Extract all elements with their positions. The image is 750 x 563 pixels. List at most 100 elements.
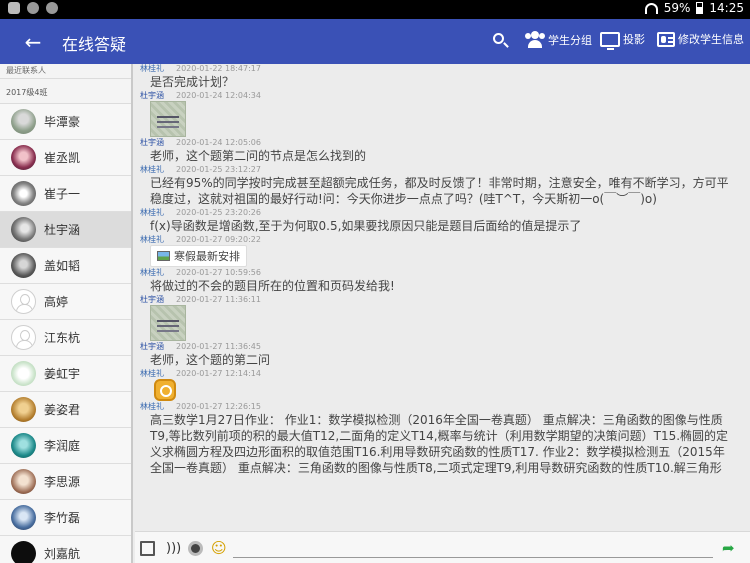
message-time: 2020-01-27 12:14:14: [176, 369, 261, 378]
avatar: [11, 433, 36, 458]
default-avatar-icon: [11, 289, 36, 314]
contact-item-selected[interactable]: 杜宇涵: [0, 212, 131, 248]
recent-contacts-label: 最近联系人: [6, 66, 46, 75]
message-text: 是否完成计划？: [150, 75, 235, 89]
notification-icon: [27, 2, 39, 14]
message-time: 2020-01-27 11:36:11: [176, 295, 261, 304]
contact-item[interactable]: 盖如韬: [0, 248, 131, 284]
message-time: 2020-01-27 11:36:45: [176, 342, 261, 351]
search-icon[interactable]: [493, 33, 509, 49]
message-time: 2020-01-25 23:12:27: [176, 165, 261, 174]
recent-contacts-header[interactable]: 最近联系人: [0, 64, 131, 79]
message-sender: 林桂礼: [140, 369, 164, 378]
contact-item[interactable]: 高婷: [0, 284, 131, 320]
back-arrow-icon[interactable]: ←: [20, 29, 46, 55]
avatar: [11, 361, 36, 386]
message-sender: 林桂礼: [140, 165, 164, 174]
avatar: [11, 109, 36, 134]
voice-icon[interactable]: ))): [166, 541, 181, 556]
message-sender: 林桂礼: [140, 64, 164, 73]
contact-name: 杜宇涵: [44, 223, 81, 237]
chat-message: 林桂礼 2020-01-22 18:47:17 是否完成计划？: [135, 64, 750, 90]
message-text: 将做过的不会的题目所在的位置和页码发给我!: [150, 279, 395, 293]
contact-name: 李润庭: [44, 439, 81, 453]
avatar: [11, 505, 36, 530]
message-sender: 杜宇涵: [140, 295, 164, 304]
message-sender: 杜宇涵: [140, 342, 164, 351]
chat-message: 林桂礼 2020-01-25 23:20:26 f(x)导函数是增函数,至于为何取…: [135, 207, 750, 234]
chat-message: 杜宇涵 2020-01-24 12:05:06 老师，这个题第二问的节点是怎么找到…: [135, 137, 750, 164]
contact-name: 崔子一: [44, 187, 81, 201]
photo-thumbnail[interactable]: [150, 101, 186, 137]
message-sender: 杜宇涵: [140, 138, 164, 147]
contact-item[interactable]: 毕潭豪: [0, 104, 131, 140]
contact-name: 李竹磊: [44, 511, 81, 525]
contact-item[interactable]: 姜虹宇: [0, 356, 131, 392]
message-time: 2020-01-27 10:59:56: [176, 268, 261, 277]
group-icon: [525, 31, 545, 49]
projection-button[interactable]: 投影: [600, 31, 645, 50]
contact-name: 盖如韬: [44, 259, 81, 273]
contact-item[interactable]: 李竹磊: [0, 500, 131, 536]
image-file-icon: [157, 251, 170, 261]
edit-student-info-button[interactable]: 修改学生信息: [657, 31, 744, 47]
id-card-icon: [657, 31, 675, 47]
clock: 14:25: [709, 1, 744, 15]
record-icon[interactable]: [188, 541, 203, 556]
student-groups-button[interactable]: 学生分组: [525, 31, 592, 49]
contact-name: 崔丞凯: [44, 151, 81, 165]
contact-item[interactable]: 姜姿君: [0, 392, 131, 428]
message-sender: 林桂礼: [140, 208, 164, 217]
contact-name: 高婷: [44, 295, 69, 309]
attachment-name: 寒假最新安排: [174, 250, 240, 263]
avatar: [11, 145, 36, 170]
contact-item[interactable]: 李润庭: [0, 428, 131, 464]
contact-item[interactable]: 崔子一: [0, 176, 131, 212]
contact-name: 刘嘉航: [44, 547, 81, 561]
app-bar: ← 在线答疑 学生分组 投影 修改学生信息: [0, 19, 750, 64]
chat-message: 林桂礼 2020-01-25 23:12:27 已经有95%的同学按时完成甚至超额…: [135, 164, 750, 207]
edit-student-info-label: 修改学生信息: [678, 33, 744, 46]
contact-item[interactable]: 江东杭: [0, 320, 131, 356]
chat-message: 林桂礼 2020-01-27 09:20:22 寒假最新安排: [135, 234, 750, 267]
message-input[interactable]: [233, 540, 713, 558]
chat-message: 杜宇涵 2020-01-27 11:36:45 老师，这个题的第二问: [135, 341, 750, 368]
chat-history[interactable]: 林桂礼 2020-01-22 18:47:17 是否完成计划？ 杜宇涵 2020-0…: [135, 64, 750, 531]
message-text: 老师，这个题的第二问: [150, 353, 271, 367]
avatar: [11, 217, 36, 242]
battery-percent: 59%: [663, 1, 691, 15]
message-time: 2020-01-27 12:26:15: [176, 402, 261, 411]
avatar: [11, 253, 36, 278]
message-sender: 林桂礼: [140, 402, 164, 411]
edit-icon[interactable]: [140, 541, 155, 556]
file-attachment[interactable]: 寒假最新安排: [150, 245, 247, 267]
message-time: 2020-01-22 18:47:17: [176, 64, 261, 73]
contact-item[interactable]: 崔丞凯: [0, 140, 131, 176]
contact-item[interactable]: 刘嘉航: [0, 536, 131, 563]
default-avatar-icon: [11, 325, 36, 350]
chat-message: 杜宇涵 2020-01-27 11:36:11: [135, 294, 750, 341]
photo-thumbnail[interactable]: [150, 305, 186, 341]
class-section-header[interactable]: 2017级4班: [0, 79, 131, 104]
message-time: 2020-01-24 12:05:06: [176, 138, 261, 147]
message-text: 老师，这个题第二问的节点是怎么找到的: [150, 149, 367, 163]
chat-message: 杜宇涵 2020-01-24 12:04:34: [135, 90, 750, 137]
avatar: [11, 469, 36, 494]
contact-name: 江东杭: [44, 331, 81, 345]
class-section-label: 2017级4班: [6, 88, 48, 97]
emoji-icon[interactable]: ☺: [211, 541, 227, 556]
message-time: 2020-01-25 23:20:26: [176, 208, 261, 217]
contact-name: 毕潭豪: [44, 115, 81, 129]
ok-hand-icon: [154, 379, 176, 401]
contact-name: 李思源: [44, 475, 81, 489]
message-text: 高三数学1月27日作业： 作业1：数学模拟检测（2016年全国一卷真题） 重点解…: [150, 413, 729, 475]
contact-item[interactable]: 李思源: [0, 464, 131, 500]
gallery-icon: [8, 2, 20, 14]
avatar: [11, 181, 36, 206]
message-input-bar: ))) ☺ ➦: [135, 531, 750, 563]
message-sender: 杜宇涵: [140, 91, 164, 100]
avatar: [11, 397, 36, 422]
send-icon[interactable]: ➦: [722, 541, 737, 556]
message-time: 2020-01-27 09:20:22: [176, 235, 261, 244]
message-text: f(x)导函数是增函数,至于为何取0.5,如果要找原因只能是题目后面给的值是提示…: [150, 219, 582, 233]
